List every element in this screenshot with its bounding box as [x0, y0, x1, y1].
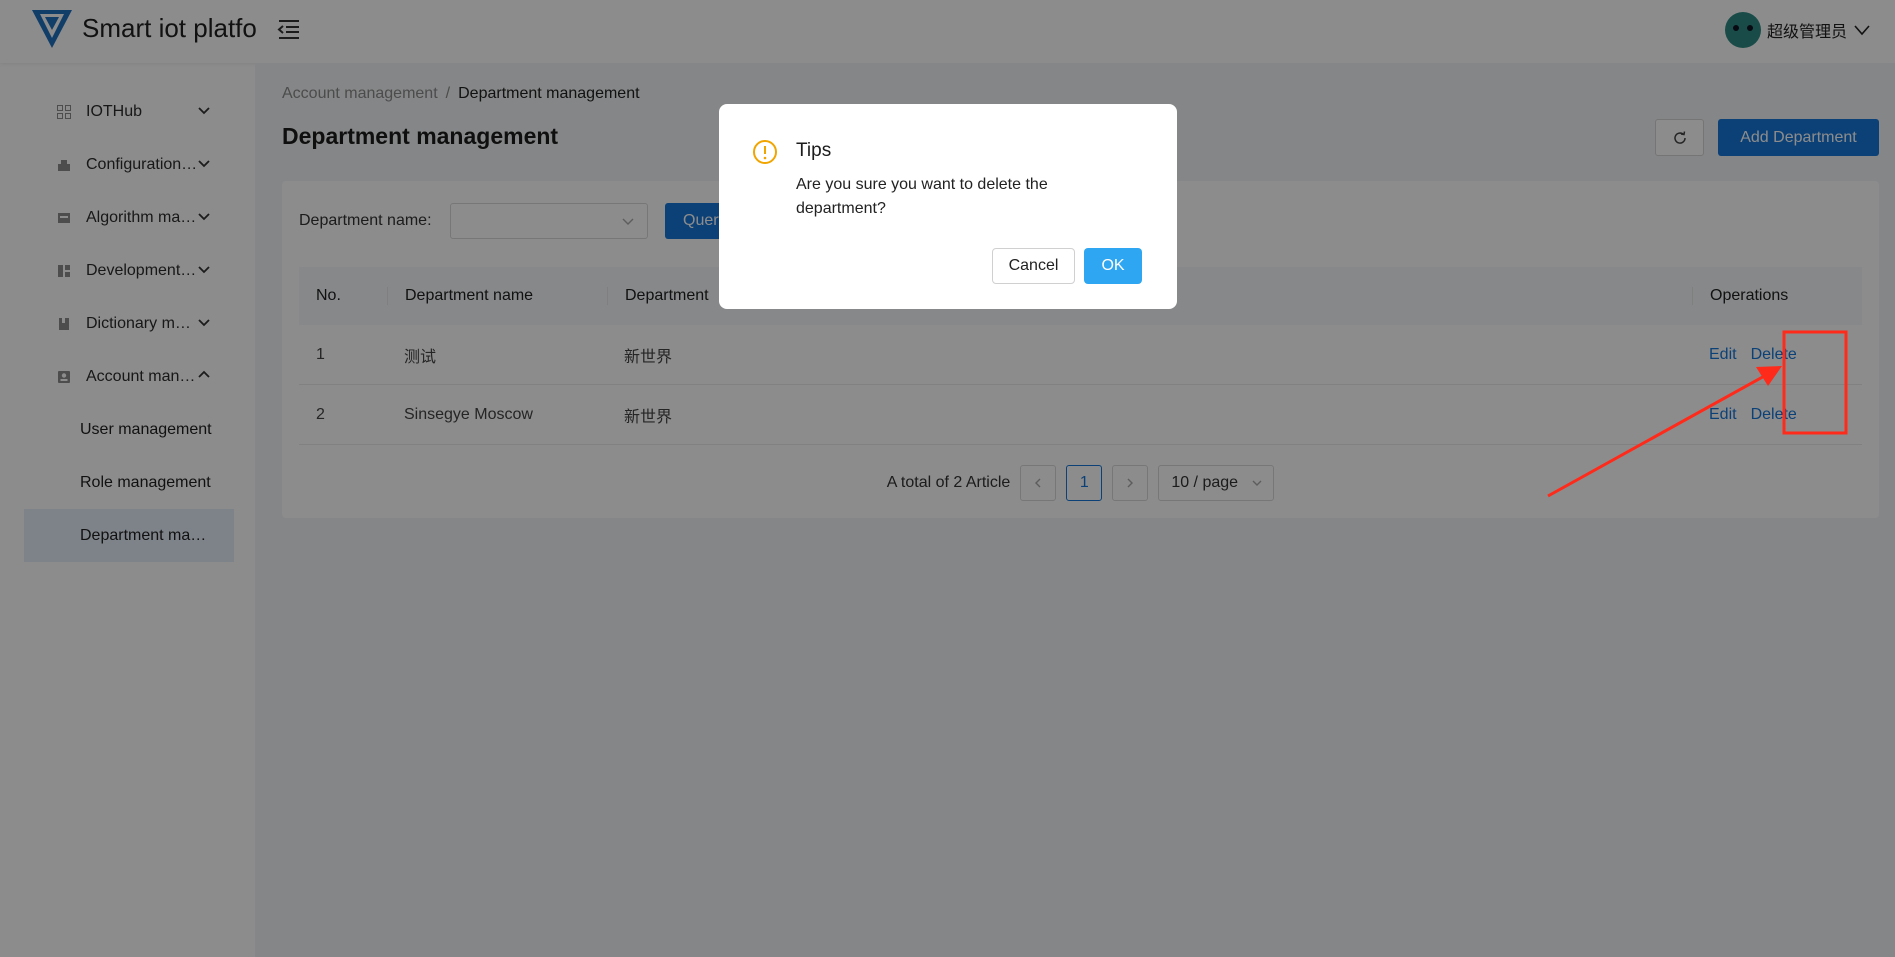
dialog-title: Tips — [796, 140, 832, 161]
dialog-message: Are you sure you want to delete the depa… — [796, 176, 1048, 217]
warning-icon — [753, 140, 777, 164]
ok-button[interactable]: OK — [1084, 248, 1142, 284]
cancel-button[interactable]: Cancel — [992, 248, 1075, 284]
confirm-dialog: Tips Are you sure you want to delete the… — [719, 104, 1177, 309]
